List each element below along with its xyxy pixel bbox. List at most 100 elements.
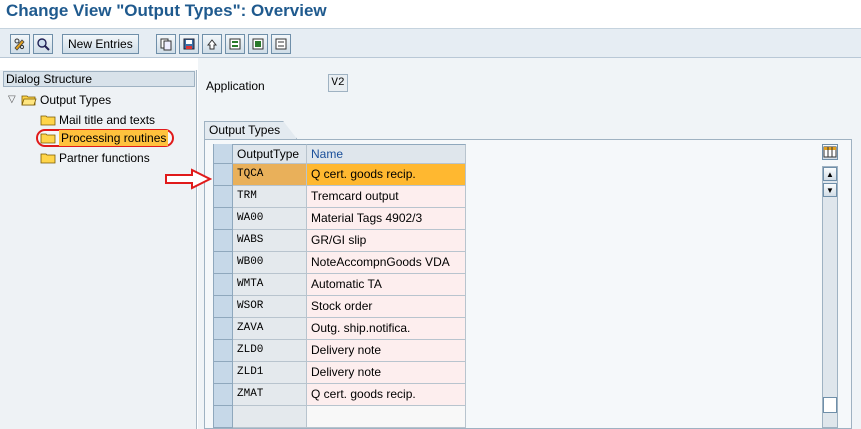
output-type-cell: TQCA xyxy=(233,164,307,186)
row-selector[interactable] xyxy=(213,406,233,428)
tree-node-partner-functions[interactable]: Partner functions xyxy=(40,150,150,166)
application-field: V2 xyxy=(328,74,348,92)
row-selector[interactable] xyxy=(213,252,233,274)
scroll-down-button[interactable]: ▼ xyxy=(823,183,837,197)
row-selector[interactable] xyxy=(213,318,233,340)
page-title: Change View "Output Types": Overview xyxy=(6,1,327,20)
folder-icon xyxy=(40,133,56,144)
title-bar: Change View "Output Types": Overview xyxy=(0,0,861,24)
output-type-cell[interactable] xyxy=(233,406,307,428)
tree-node-label: Output Types xyxy=(40,93,112,107)
name-cell: Delivery note xyxy=(307,362,466,384)
undo-change-button[interactable] xyxy=(202,34,222,54)
output-type-cell: ZAVA xyxy=(233,318,307,340)
output-types-table-control: OutputType Name TQCA Q cert. goods recip… xyxy=(204,139,852,429)
tree-node-label: Mail title and texts xyxy=(59,113,156,127)
name-cell: GR/GI slip xyxy=(307,230,466,252)
name-cell: Q cert. goods recip. xyxy=(307,384,466,406)
tree-node-label: Partner functions xyxy=(59,151,150,165)
name-cell[interactable] xyxy=(307,406,466,428)
details-icon xyxy=(37,38,50,51)
table-row[interactable]: TRM Tremcard output xyxy=(213,186,466,208)
select-block-icon xyxy=(252,38,264,50)
red-annotation-arrow-icon xyxy=(165,168,212,190)
row-selector[interactable] xyxy=(213,186,233,208)
row-selector[interactable] xyxy=(213,274,233,296)
name-cell: Tremcard output xyxy=(307,186,466,208)
table-row[interactable]: ZMAT Q cert. goods recip. xyxy=(213,384,466,406)
tree-node-label: Processing routines xyxy=(59,130,169,146)
output-type-cell: ZMAT xyxy=(233,384,307,406)
open-folder-icon xyxy=(21,95,37,106)
name-cell: Delivery note xyxy=(307,340,466,362)
expand-triangle-icon[interactable]: ▽ xyxy=(8,92,18,108)
main-content: Application V2 Output Types OutputType N… xyxy=(198,58,861,429)
output-type-cell: WMTA xyxy=(233,274,307,296)
column-header-outputtype[interactable]: OutputType xyxy=(233,144,307,164)
row-selector[interactable] xyxy=(213,296,233,318)
tree-node-mail-title[interactable]: Mail title and texts xyxy=(40,112,155,128)
application-toolbar: New Entries xyxy=(0,28,861,58)
copy-button[interactable] xyxy=(156,34,176,54)
name-cell: Material Tags 4902/3 xyxy=(307,208,466,230)
copy-icon xyxy=(160,38,172,51)
select-all-rows-button[interactable] xyxy=(213,144,233,164)
row-selector[interactable] xyxy=(213,208,233,230)
delete-button[interactable] xyxy=(179,34,199,54)
application-label: Application xyxy=(206,79,265,93)
display-change-button[interactable] xyxy=(10,34,30,54)
table-row[interactable]: WMTA Automatic TA xyxy=(213,274,466,296)
output-type-cell: WB00 xyxy=(233,252,307,274)
dialog-structure-panel: Dialog Structure ▽ Output Types Mail tit… xyxy=(0,70,197,429)
dialog-structure-header: Dialog Structure xyxy=(3,71,195,87)
deselect-all-button[interactable] xyxy=(271,34,291,54)
select-all-icon xyxy=(229,38,241,50)
row-selector[interactable] xyxy=(213,230,233,252)
name-cell: Stock order xyxy=(307,296,466,318)
table-row[interactable]: WABS GR/GI slip xyxy=(213,230,466,252)
table-header-row: OutputType Name xyxy=(213,144,466,166)
table-row[interactable]: WSOR Stock order xyxy=(213,296,466,318)
new-entries-button[interactable]: New Entries xyxy=(62,34,139,54)
select-block-button[interactable] xyxy=(248,34,268,54)
name-cell: NoteAccompnGoods VDA xyxy=(307,252,466,274)
output-type-cell: ZLD0 xyxy=(233,340,307,362)
arrow-down-icon: ▼ xyxy=(826,185,834,195)
table-row-empty[interactable] xyxy=(213,406,466,428)
undo-icon xyxy=(206,39,218,50)
tree-node-processing-routines[interactable]: Processing routines xyxy=(36,129,175,147)
row-selector[interactable] xyxy=(213,340,233,362)
name-cell: Q cert. goods recip. xyxy=(307,164,466,186)
output-type-cell: ZLD1 xyxy=(233,362,307,384)
output-type-cell: WSOR xyxy=(233,296,307,318)
details-button[interactable] xyxy=(33,34,53,54)
new-entries-label: New Entries xyxy=(68,37,133,51)
column-configuration-button[interactable] xyxy=(822,144,838,160)
table-row[interactable]: WB00 NoteAccompnGoods VDA xyxy=(213,252,466,274)
table-row[interactable]: TQCA Q cert. goods recip. xyxy=(213,164,466,186)
arrow-up-icon: ▲ xyxy=(826,169,834,179)
output-type-cell: WABS xyxy=(233,230,307,252)
column-header-name[interactable]: Name xyxy=(307,144,466,164)
table-row[interactable]: ZLD0 Delivery note xyxy=(213,340,466,362)
output-type-cell: WA00 xyxy=(233,208,307,230)
scroll-up-button[interactable]: ▲ xyxy=(823,167,837,181)
table-row[interactable]: ZAVA Outg. ship.notifica. xyxy=(213,318,466,340)
tree-node-output-types[interactable]: ▽ Output Types xyxy=(8,92,111,108)
deselect-all-icon xyxy=(275,38,287,50)
pencil-glasses-icon xyxy=(14,38,25,51)
select-all-button[interactable] xyxy=(225,34,245,54)
row-selector[interactable] xyxy=(213,164,233,186)
vertical-scrollbar[interactable]: ▲ ▼ xyxy=(822,166,838,428)
folder-icon xyxy=(40,115,56,126)
scroll-thumb[interactable] xyxy=(823,397,837,413)
row-selector[interactable] xyxy=(213,384,233,406)
name-cell: Outg. ship.notifica. xyxy=(307,318,466,340)
output-type-cell: TRM xyxy=(233,186,307,208)
row-selector[interactable] xyxy=(213,362,233,384)
table-row[interactable]: ZLD1 Delivery note xyxy=(213,362,466,384)
table-row[interactable]: WA00 Material Tags 4902/3 xyxy=(213,208,466,230)
name-cell: Automatic TA xyxy=(307,274,466,296)
save-icon xyxy=(183,38,195,50)
output-types-group-title: Output Types xyxy=(204,121,297,139)
